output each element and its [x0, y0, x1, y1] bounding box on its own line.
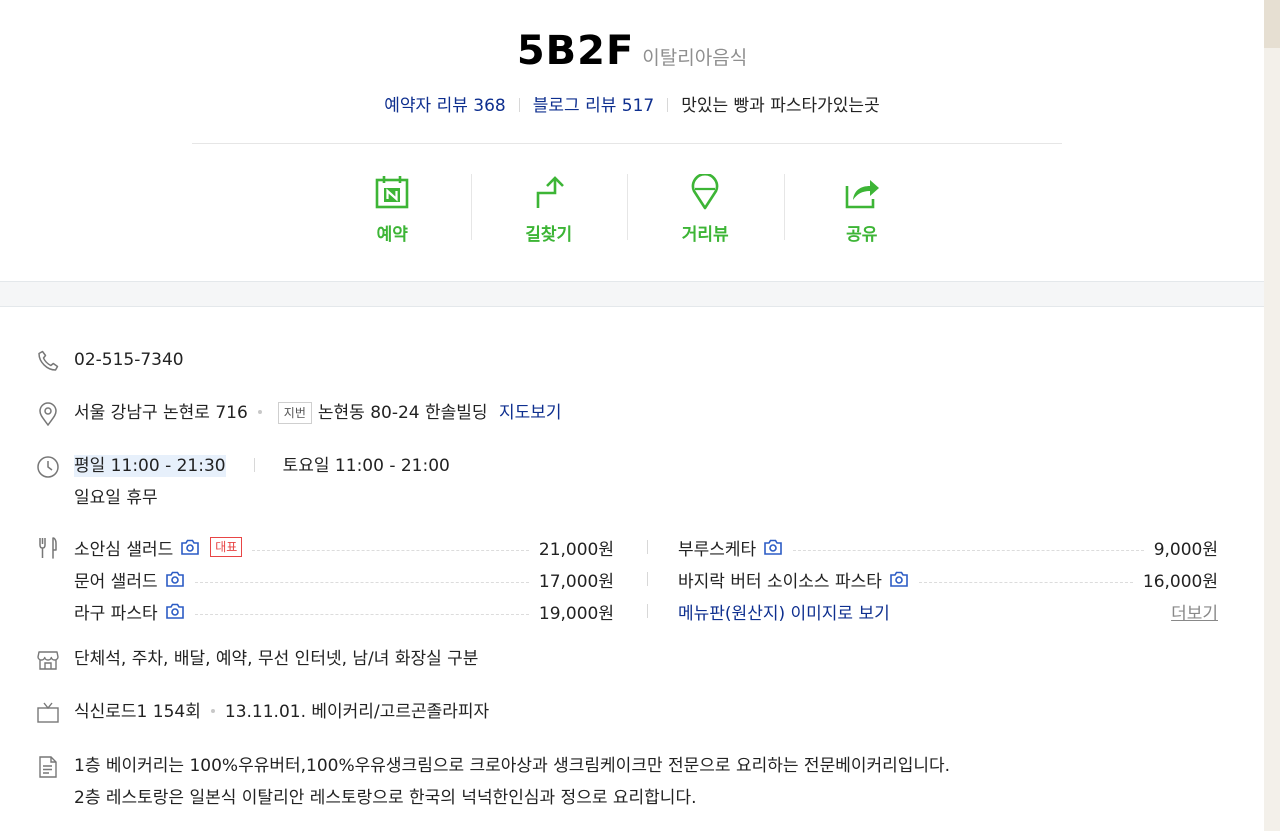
menu-item-price: 9,000원	[1153, 539, 1218, 560]
price-leader	[194, 581, 529, 583]
intro-line-1: 1층 베이커리는 100%우유버터,100%우유생크림으로 크로아상과 생크림케…	[74, 756, 951, 776]
menu-item-name: 바지락 버터 소이소스 파스타	[678, 571, 882, 592]
document-icon	[39, 756, 57, 778]
share-button[interactable]: 공유	[783, 172, 941, 245]
summary-separator	[667, 98, 669, 112]
signature-badge: 대표	[210, 537, 243, 557]
menu-column-separator	[647, 572, 648, 586]
tv-show: 식신로드1 154회	[74, 702, 201, 722]
menu-column-separator	[647, 540, 648, 554]
storefront-icon	[37, 651, 59, 670]
tv-detail: 13.11.01. 베이커리/고르곤졸라피자	[224, 702, 490, 722]
camera-icon[interactable]	[180, 538, 200, 556]
directions-button[interactable]: 길찾기	[470, 172, 628, 245]
phone-icon	[38, 350, 59, 371]
price-leader	[918, 581, 1133, 583]
scrollbar-track[interactable]	[1264, 0, 1280, 831]
menu-item[interactable]: 바지락 버터 소이소스 파스타 16,000원	[678, 568, 1218, 592]
map-view-link[interactable]: 지도보기	[499, 403, 562, 423]
reserve-label: 예약	[376, 225, 408, 245]
place-header-card: 5B2F 이탈리아음식 예약자 리뷰 368 블로그 리뷰 517 맛있는 빵과 파스…	[0, 0, 1264, 282]
fork-knife-icon	[39, 537, 57, 559]
menu-item-price: 19,000원	[538, 603, 614, 624]
phone-number[interactable]: 02-515-7340	[74, 350, 184, 370]
saturday-hours: 토요일 11:00 - 21:00	[282, 456, 450, 476]
menu-item[interactable]: 라구 파스타 19,000원	[74, 600, 614, 624]
directions-arrow-icon	[536, 176, 564, 208]
camera-icon[interactable]	[165, 570, 185, 588]
hours-separator	[253, 458, 255, 472]
menu-item-name: 소안심 샐러드	[74, 539, 174, 560]
blog-review-link[interactable]: 블로그 리뷰 517	[533, 96, 654, 116]
sunday-hours: 일요일 휴무	[74, 488, 158, 508]
place-description: 맛있는 빵과 파스타가있는곳	[681, 96, 880, 116]
summary-row: 예약자 리뷰 368 블로그 리뷰 517 맛있는 빵과 파스타가있는곳	[0, 91, 1264, 116]
address-dot	[257, 410, 262, 414]
street-view-pin-icon	[691, 174, 719, 210]
tv-icon	[37, 702, 59, 723]
directions-label: 길찾기	[525, 225, 573, 245]
menu-item-price: 16,000원	[1142, 571, 1218, 592]
price-leader	[194, 613, 529, 615]
share-icon	[845, 180, 879, 209]
summary-separator	[518, 98, 520, 112]
location-pin-icon	[39, 402, 57, 426]
menu-item-name: 라구 파스타	[74, 603, 158, 624]
place-name: 5B2F	[516, 28, 635, 74]
jibun-address: 논현동 80-24 한솔빌딩	[317, 403, 488, 423]
scrollbar-thumb[interactable]	[1264, 0, 1280, 48]
intro-line-2: 2층 레스토랑은 일본식 이탈리안 레스토랑으로 한국의 넉넉한인심과 정으로 …	[74, 788, 697, 808]
clock-icon	[37, 456, 59, 478]
menu-item-price: 17,000원	[538, 571, 614, 592]
title-row: 5B2F 이탈리아음식	[0, 28, 1264, 74]
menu-item[interactable]: 부루스케타 9,000원	[678, 536, 1218, 560]
tv-dot	[210, 709, 215, 713]
menu-item-name: 부루스케타	[678, 539, 757, 560]
menu-item-name: 문어 샐러드	[74, 571, 158, 592]
jibun-tag: 지번	[277, 402, 312, 424]
share-label: 공유	[846, 225, 878, 245]
street-view-button[interactable]: 거리뷰	[627, 172, 784, 245]
weekday-hours: 평일 11:00 - 21:30	[74, 455, 226, 477]
menu-links: 메뉴판(원산지) 이미지로 보기 더보기	[678, 599, 1218, 624]
camera-icon[interactable]	[889, 570, 909, 588]
price-leader	[252, 549, 529, 551]
menu-more-link[interactable]: 더보기	[1171, 599, 1218, 624]
menu-column-separator	[647, 604, 648, 618]
action-bar: 예약 길찾기 거리뷰 공유	[314, 172, 941, 245]
street-view-label: 거리뷰	[681, 225, 729, 245]
camera-icon[interactable]	[165, 602, 185, 620]
menu-item[interactable]: 문어 샐러드 17,000원	[74, 568, 614, 592]
menu-item[interactable]: 소안심 샐러드 대표 21,000원	[74, 536, 614, 560]
reserve-button[interactable]: 예약	[314, 172, 471, 245]
header-divider	[192, 143, 1062, 144]
menu-item-price: 21,000원	[538, 539, 614, 560]
visitor-review-link[interactable]: 예약자 리뷰 368	[384, 96, 505, 116]
road-address: 서울 강남구 논현로 716	[74, 403, 248, 423]
camera-icon[interactable]	[763, 538, 783, 556]
facilities-text: 단체석, 주차, 배달, 예약, 무선 인터넷, 남/녀 화장실 구분	[74, 649, 479, 669]
calendar-n-icon	[375, 176, 409, 209]
price-leader	[793, 549, 1144, 551]
menu-board-link[interactable]: 메뉴판(원산지) 이미지로 보기	[678, 599, 890, 624]
place-category: 이탈리아음식	[642, 47, 748, 69]
place-info-card: 02-515-7340 서울 강남구 논현로 716 지번 논현동 80-24 한솔…	[0, 306, 1264, 831]
